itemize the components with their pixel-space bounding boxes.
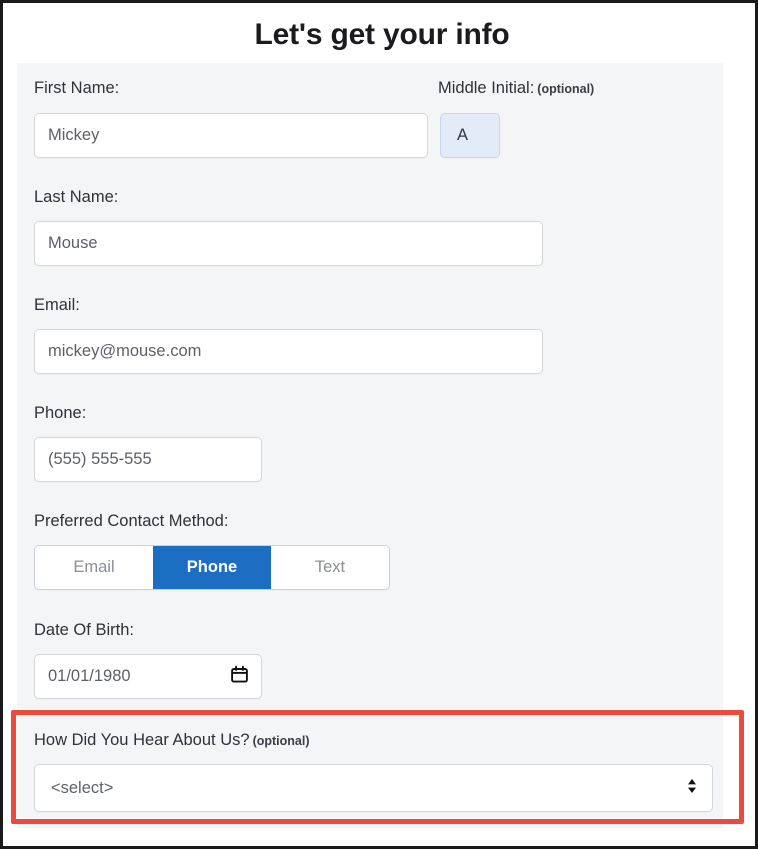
referral-source-label: How Did You Hear About Us? (optional) — [34, 732, 310, 749]
page-title: Let's get your info — [254, 17, 510, 51]
email-label: Email: — [34, 296, 80, 314]
phone-input[interactable]: (555) 555-555 — [34, 437, 262, 482]
last-name-value: Mouse — [48, 234, 98, 252]
email-input[interactable]: mickey@mouse.com — [34, 329, 543, 374]
first-name-value: Mickey — [48, 126, 100, 144]
middle-initial-input[interactable]: A — [440, 113, 500, 158]
up-down-arrows-icon[interactable] — [686, 776, 698, 801]
preferred-contact-method-group[interactable]: Email Phone Text — [34, 545, 390, 590]
date-of-birth-label: Date Of Birth: — [34, 621, 134, 639]
first-name-input[interactable]: Mickey — [34, 113, 428, 158]
date-of-birth-value: 01/01/1980 — [48, 667, 131, 685]
first-name-label: First Name: — [34, 79, 120, 97]
referral-source-value: <select> — [51, 778, 114, 797]
contact-method-option-phone[interactable]: Phone — [153, 546, 271, 589]
last-name-input[interactable]: Mouse — [34, 221, 543, 266]
last-name-label: Last Name: — [34, 188, 119, 206]
referral-source-select[interactable]: <select> — [34, 764, 713, 812]
page-header: Let's get your info — [6, 6, 755, 63]
phone-label: Phone: — [34, 404, 87, 422]
phone-value: (555) 555-555 — [48, 450, 152, 468]
screenshot-frame: Let's get your info First Name: Mickey M… — [0, 0, 758, 849]
middle-initial-optional-tag: (optional) — [537, 82, 595, 96]
contact-method-option-text[interactable]: Text — [271, 546, 389, 589]
email-value: mickey@mouse.com — [48, 342, 202, 360]
preferred-contact-method-label: Preferred Contact Method: — [34, 512, 229, 530]
referral-source-optional-tag: (optional) — [252, 734, 310, 748]
middle-initial-label-text: Middle Initial: — [438, 79, 535, 97]
middle-initial-value: A — [457, 126, 469, 144]
referral-source-label-text: How Did You Hear About Us? — [34, 731, 250, 749]
calendar-icon[interactable] — [230, 665, 249, 689]
middle-initial-label: Middle Initial: (optional) — [438, 80, 594, 97]
contact-method-option-email[interactable]: Email — [35, 546, 153, 589]
date-of-birth-input[interactable]: 01/01/1980 — [34, 654, 262, 699]
form-panel: First Name: Mickey Middle Initial: (optio… — [17, 63, 723, 828]
